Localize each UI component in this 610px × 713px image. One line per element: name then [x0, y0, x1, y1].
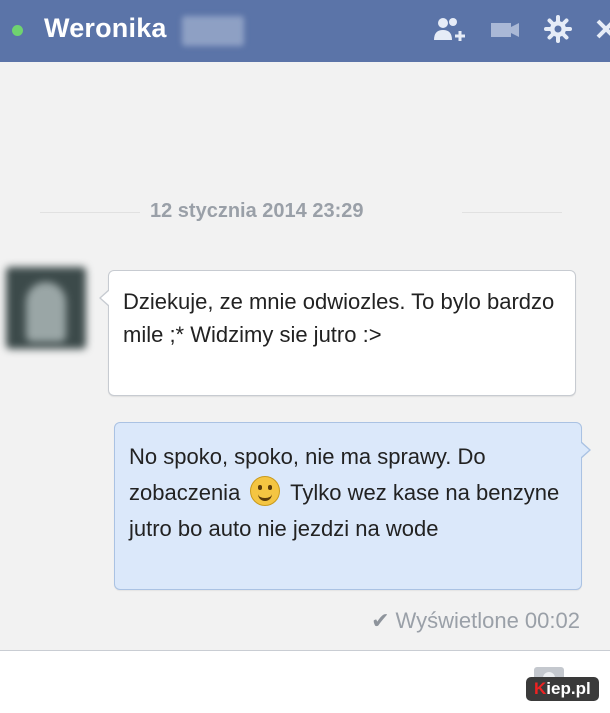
separator-line [40, 212, 140, 213]
contact-name[interactable]: Weronika [44, 13, 167, 44]
online-status-icon [12, 25, 23, 36]
outgoing-message-bubble: No spoko, spoko, nie ma sprawy. Do zobac… [114, 422, 591, 590]
date-separator: 12 stycznia 2014 23:29 [0, 200, 610, 224]
date-separator-text: 12 stycznia 2014 23:29 [150, 200, 364, 222]
avatar[interactable] [6, 267, 86, 349]
watermark-k: K [534, 679, 547, 698]
smiley-emoji-icon [250, 476, 281, 506]
conversation-area[interactable]: 12 stycznia 2014 23:29 Dziekuje, ze mnie… [0, 62, 610, 650]
seen-status-text: Wyświetlone 00:02 [395, 608, 580, 633]
video-call-icon[interactable] [488, 14, 522, 46]
gear-icon[interactable] [542, 14, 574, 46]
avatar-silhouette [26, 282, 66, 342]
outgoing-message-text: No spoko, spoko, nie ma sprawy. Do zobac… [129, 439, 575, 547]
message-input[interactable] [0, 651, 524, 713]
checkmark-icon: ✔ [371, 608, 390, 633]
incoming-message-bubble: Dziekuje, ze mnie odwiozles. To bylo bar… [99, 270, 576, 396]
incoming-message-text: Dziekuje, ze mnie odwiozles. To bylo bar… [123, 289, 555, 347]
chat-title-bar[interactable]: Weronika [0, 0, 610, 63]
message-input-bar[interactable] [0, 650, 610, 713]
blurred-surname [182, 16, 244, 46]
watermark-text: iep.pl [546, 679, 591, 698]
close-icon[interactable] [594, 14, 610, 46]
add-friend-icon[interactable] [432, 14, 468, 46]
watermark-logo: Kiep.pl [526, 677, 599, 701]
separator-line [462, 212, 562, 213]
seen-status: ✔ Wyświetlone 00:02 [371, 608, 580, 634]
